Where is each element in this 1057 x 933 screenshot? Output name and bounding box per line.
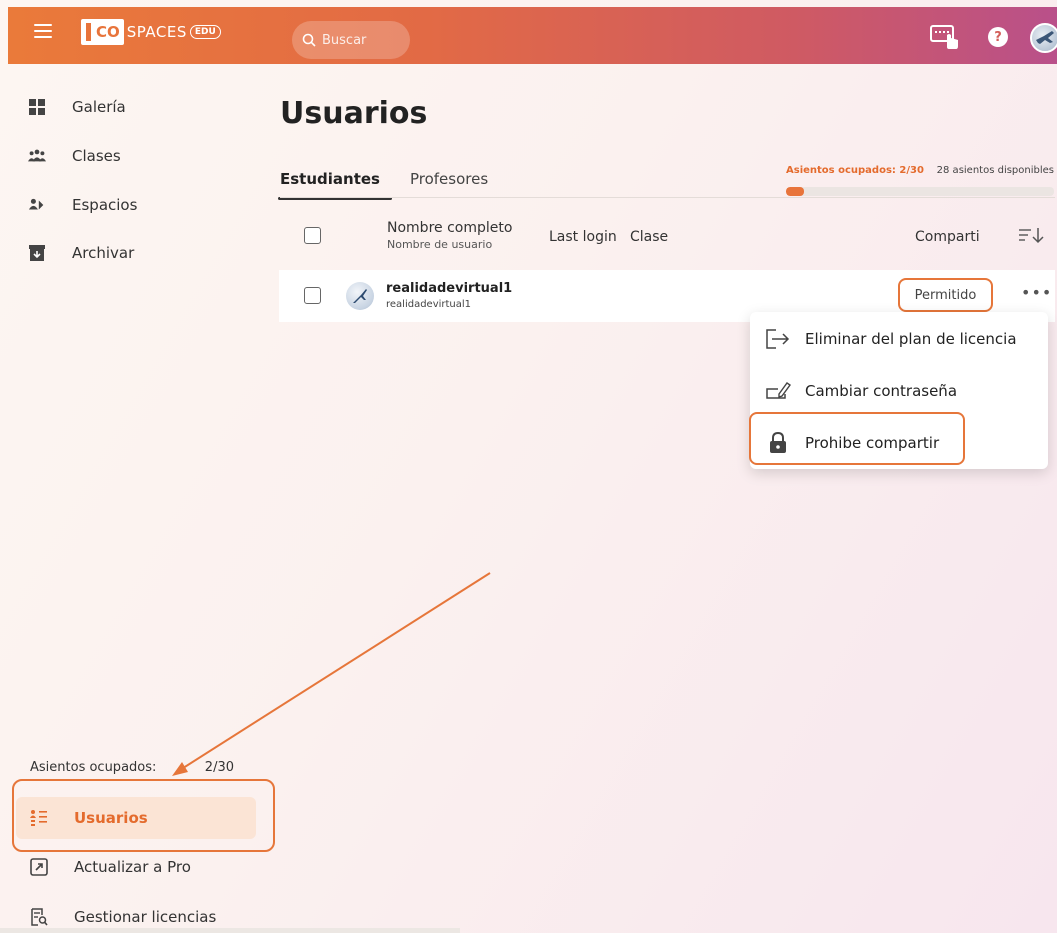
sidebar-item-label: Clases (72, 147, 121, 165)
sidebar-item-actualizar-pro[interactable]: Actualizar a Pro (30, 858, 191, 876)
seats-progress-bar (786, 187, 1054, 196)
tabs-divider (280, 197, 1055, 198)
logo-edu-badge: EDU (189, 25, 221, 39)
seats-progress-fill (786, 187, 804, 196)
more-options-icon[interactable]: ••• (1021, 283, 1052, 302)
seats-summary: Asientos ocupados: 2/30 28 asientos disp… (786, 165, 1054, 176)
tab-profesores[interactable]: Profesores (410, 170, 488, 200)
tab-estudiantes[interactable]: Estudiantes (278, 170, 392, 200)
sidebar-item-archivar[interactable]: Archivar (28, 244, 134, 262)
header-clase[interactable]: Clase (630, 229, 668, 245)
menu-item-prohibe-compartir[interactable]: Prohibe compartir (765, 432, 939, 454)
usuarios-highlight-outline (12, 779, 275, 852)
bottom-edge (0, 928, 460, 933)
logo-co-text: CO (81, 19, 124, 45)
tab-bar: Estudiantes Profesores (278, 170, 488, 200)
seats-available-label: 28 asientos disponibles (936, 165, 1054, 176)
sidebar-item-label: Archivar (72, 244, 135, 262)
sidebar-item-espacios[interactable]: Espacios (28, 196, 137, 214)
archive-icon (28, 244, 46, 262)
help-icon[interactable]: ? (988, 27, 1008, 47)
change-password-icon (765, 380, 791, 402)
share-status-button[interactable]: Permitido (898, 278, 993, 312)
search-input[interactable] (322, 32, 392, 48)
sidebar-item-label: Espacios (72, 196, 138, 214)
sidebar-item-galeria[interactable]: Galería (28, 98, 126, 116)
sidebar-item-label: Galería (72, 98, 126, 116)
lock-icon (765, 432, 791, 454)
hamburger-menu-icon[interactable] (34, 24, 52, 40)
header-nombre-usuario: Nombre de usuario (387, 238, 493, 251)
classes-icon (28, 147, 46, 165)
top-bar: CO SPACES EDU ? (8, 7, 1057, 64)
header-last-login[interactable]: Last login (549, 229, 617, 245)
menu-item-eliminar[interactable]: Eliminar del plan de licencia (765, 328, 1017, 350)
sidebar-item-clases[interactable]: Clases (28, 147, 121, 165)
gallery-icon (28, 98, 46, 116)
row-full-name: realidadevirtual1 (386, 281, 513, 296)
spaces-icon (28, 196, 46, 214)
search-box[interactable] (292, 21, 410, 59)
seats-used-label: Asientos ocupados: 2/30 (786, 165, 924, 176)
menu-item-label: Eliminar del plan de licencia (805, 330, 1017, 348)
sidebar-item-gestionar-licencias[interactable]: Gestionar licencias (30, 908, 216, 926)
select-all-checkbox[interactable] (304, 227, 321, 244)
logo-spaces-text: SPACES (126, 23, 187, 41)
keyboard-touch-icon[interactable] (930, 24, 960, 50)
menu-item-label: Prohibe compartir (805, 434, 940, 452)
menu-item-label: Cambiar contraseña (805, 382, 958, 400)
header-compartir[interactable]: Compartir (915, 229, 979, 245)
license-search-icon (30, 908, 48, 926)
row-username: realidadevirtual1 (386, 299, 472, 310)
sidebar-seats-info: Asientos ocupados: 2/30 (30, 760, 240, 775)
cospaces-logo[interactable]: CO SPACES EDU (81, 17, 221, 47)
seats-label: Asientos ocupados: (30, 760, 157, 775)
sidebar-item-label: Gestionar licencias (74, 908, 217, 926)
remove-from-plan-icon (765, 328, 791, 350)
page-title: Usuarios (280, 96, 428, 131)
user-avatar[interactable] (1030, 23, 1057, 53)
avatar (346, 282, 374, 310)
external-arrow-icon (30, 858, 48, 876)
seats-value: 2/30 (204, 760, 234, 775)
search-icon (302, 33, 316, 47)
sort-icon[interactable] (1018, 226, 1048, 246)
context-menu: Eliminar del plan de licencia Cambiar co… (750, 312, 1048, 469)
sidebar-item-label: Actualizar a Pro (74, 858, 191, 876)
header-nombre-completo[interactable]: Nombre completo (387, 220, 512, 236)
menu-item-cambiar-contrasena[interactable]: Cambiar contraseña (765, 380, 957, 402)
row-checkbox[interactable] (304, 287, 321, 304)
